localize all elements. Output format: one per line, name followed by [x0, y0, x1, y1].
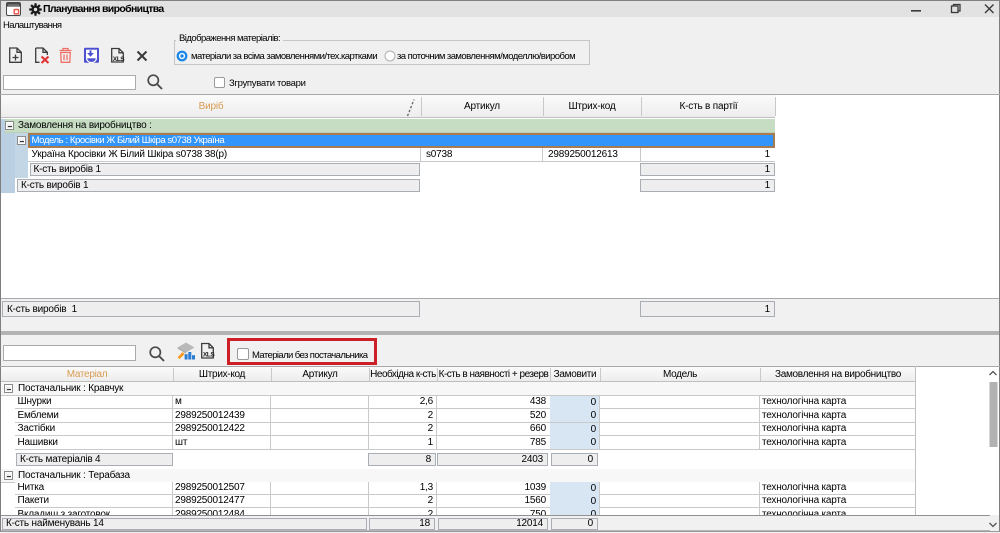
svg-text:XLS: XLS	[113, 56, 125, 63]
svg-text:XLS: XLS	[203, 352, 215, 359]
